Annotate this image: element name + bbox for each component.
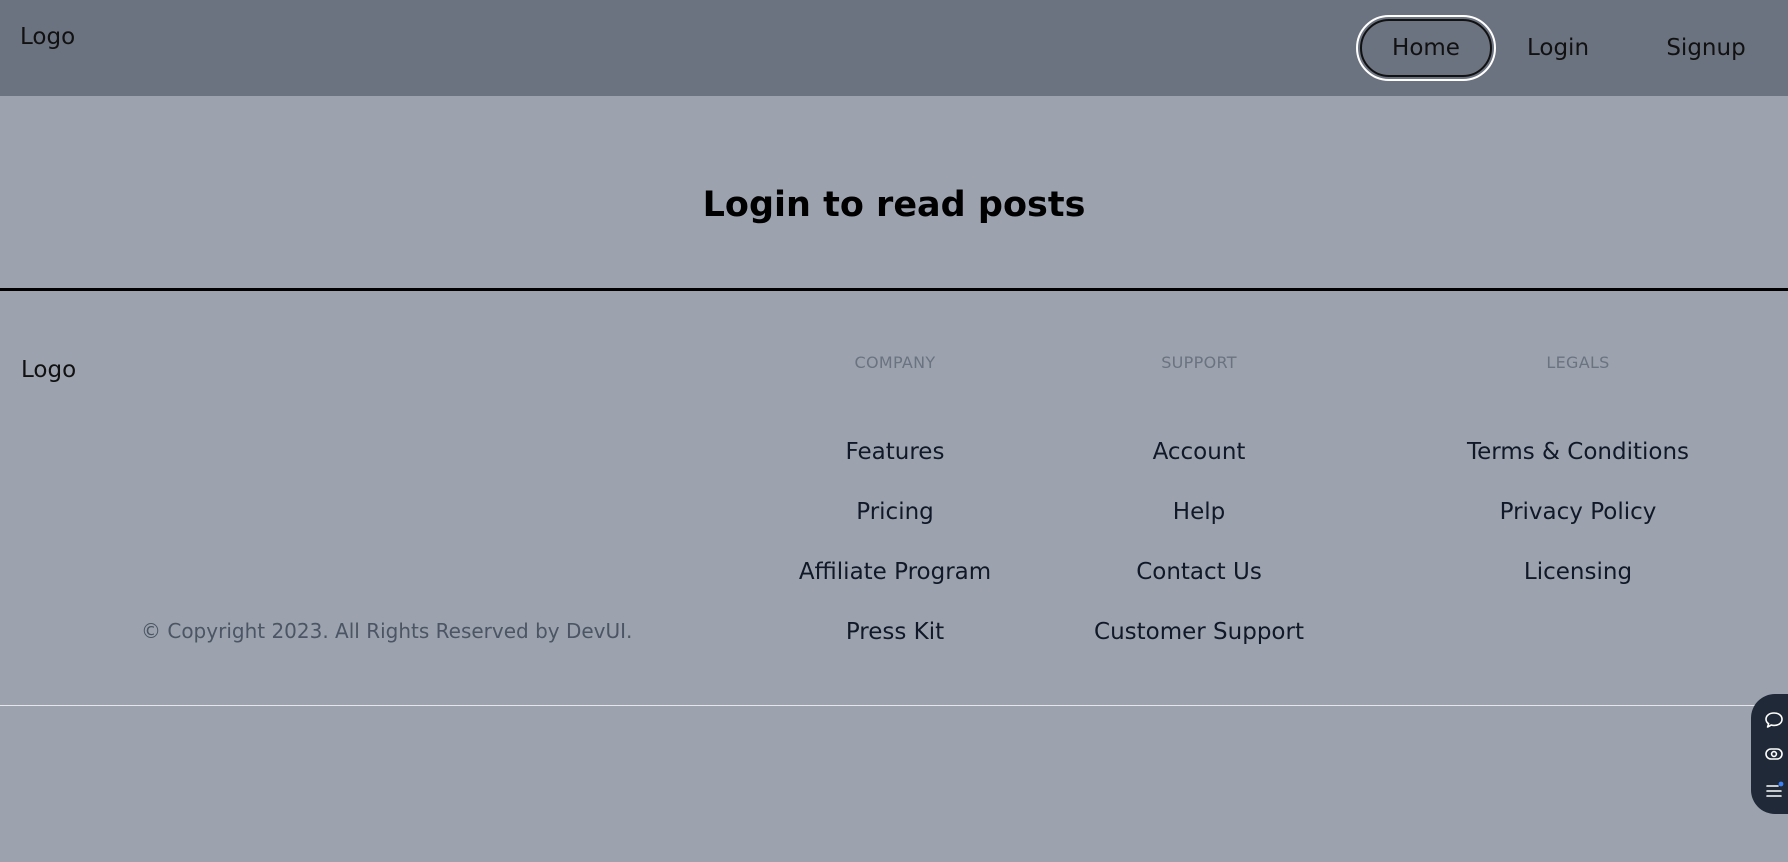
footer-link-press-kit[interactable]: Press Kit (795, 617, 995, 677)
footer-column-company: COMPANY Features Pricing Affiliate Progr… (795, 353, 995, 677)
footer-column-support: SUPPORT Account Help Contact Us Customer… (1090, 353, 1308, 677)
footer-column-legals: LEGALS Terms & Conditions Privacy Policy… (1458, 353, 1698, 617)
nav-login-button[interactable]: Login (1502, 15, 1614, 81)
footer-link-affiliate-program[interactable]: Affiliate Program (795, 557, 995, 617)
copyright-text: © Copyright 2023. All Rights Reserved by… (141, 619, 633, 643)
eye-toggle-icon[interactable] (1762, 742, 1786, 766)
footer-column-heading: LEGALS (1546, 353, 1610, 372)
footer-link-account[interactable]: Account (1090, 437, 1308, 497)
chat-icon[interactable] (1762, 708, 1786, 732)
nav-home-label: Home (1392, 35, 1460, 61)
footer-column-heading: COMPANY (854, 353, 936, 372)
floating-side-widget (1751, 694, 1788, 814)
footer-column-heading: SUPPORT (1161, 353, 1237, 372)
footer-link-customer-support[interactable]: Customer Support (1090, 617, 1308, 677)
nav-signup-button[interactable]: Signup (1636, 15, 1776, 81)
section-divider (0, 288, 1788, 291)
page-title: Login to read posts (702, 185, 1086, 225)
footer-link-licensing[interactable]: Licensing (1458, 557, 1698, 617)
navbar: Logo Home Login Signup (0, 0, 1788, 96)
footer-logo[interactable]: Logo (21, 357, 76, 383)
menu-notification-icon[interactable] (1762, 778, 1786, 802)
nav-home-button[interactable]: Home (1356, 15, 1496, 81)
header-logo[interactable]: Logo (20, 24, 75, 50)
footer-link-help[interactable]: Help (1090, 497, 1308, 557)
footer-link-privacy-policy[interactable]: Privacy Policy (1458, 497, 1698, 557)
footer-divider (0, 705, 1788, 706)
footer-link-features[interactable]: Features (795, 437, 995, 497)
footer-link-pricing[interactable]: Pricing (795, 497, 995, 557)
footer-link-contact-us[interactable]: Contact Us (1090, 557, 1308, 617)
footer-link-terms-conditions[interactable]: Terms & Conditions (1458, 437, 1698, 497)
